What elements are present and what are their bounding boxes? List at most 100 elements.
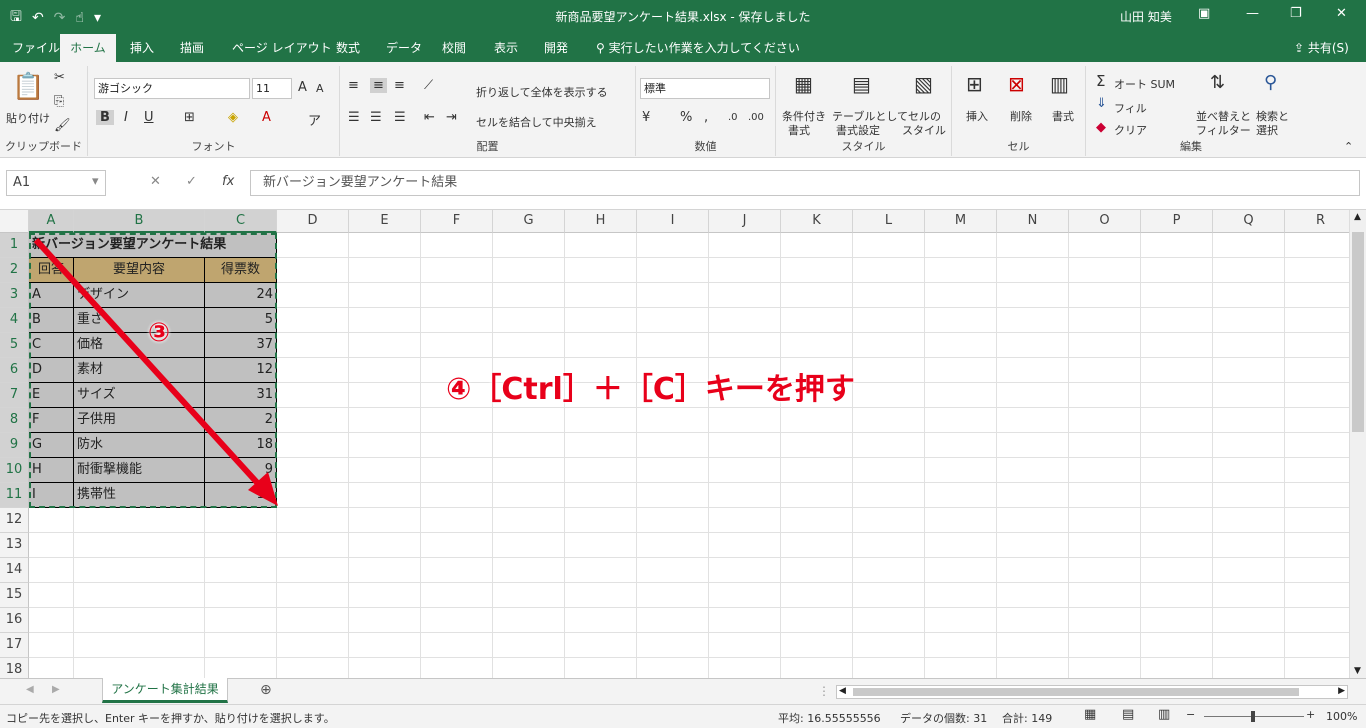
paste-button[interactable]: 貼り付け: [6, 110, 50, 126]
enter-icon[interactable]: ✓: [186, 174, 197, 189]
cut-icon[interactable]: ✂: [54, 70, 65, 85]
normal-view-icon[interactable]: ▦: [1084, 707, 1096, 722]
tell-me-box[interactable]: ⚲ 実行したい作業を入力してください: [596, 34, 800, 62]
tab-review[interactable]: 校閲: [438, 34, 470, 62]
worksheet-grid[interactable]: ABCDEFGHIJKLMNOPQR 1 2 3 4 5 6 7 8 9 10 11 12 13 14 15…: [0, 210, 1349, 678]
copy-icon[interactable]: ⎘: [54, 94, 64, 109]
decrease-font-icon[interactable]: A: [316, 82, 324, 95]
format-as-table-icon[interactable]: ▤: [852, 72, 871, 96]
number-format-select[interactable]: 標準: [640, 78, 770, 99]
prev-sheet-icon[interactable]: ◀: [26, 684, 34, 695]
zoom-in-icon[interactable]: +: [1306, 708, 1315, 721]
align-bottom-icon[interactable]: ≡: [394, 78, 405, 93]
new-sheet-icon[interactable]: ⊕: [260, 682, 272, 698]
decrease-decimal-icon[interactable]: .00: [748, 112, 764, 123]
underline-icon[interactable]: U: [144, 110, 154, 125]
format-as-table-line2[interactable]: 書式設定: [836, 122, 880, 138]
close-icon[interactable]: ✕: [1336, 6, 1347, 21]
vertical-scrollbar[interactable]: ▲ ▼: [1349, 210, 1366, 678]
name-box[interactable]: A1: [6, 170, 106, 196]
font-size-select[interactable]: 11: [252, 78, 292, 99]
tab-home[interactable]: ホーム: [60, 34, 116, 62]
insert-cells-icon[interactable]: ⊞: [966, 72, 983, 96]
increase-decimal-icon[interactable]: .0: [728, 112, 738, 123]
clear-icon[interactable]: ◆: [1096, 120, 1106, 135]
conditional-format-icon[interactable]: ▦: [794, 72, 813, 96]
maximize-icon[interactable]: ❐: [1290, 6, 1302, 21]
font-color-icon[interactable]: A: [262, 110, 271, 125]
fill-icon[interactable]: ⇓: [1096, 96, 1107, 111]
tab-file[interactable]: ファイル: [8, 34, 64, 62]
tab-developer[interactable]: 開発: [540, 34, 572, 62]
zoom-slider-handle[interactable]: [1251, 711, 1255, 722]
sort-filter-icon[interactable]: ⇅: [1210, 72, 1225, 93]
sheet-tab-survey[interactable]: アンケート集計結果: [102, 678, 228, 703]
align-middle-icon[interactable]: ≡: [370, 78, 387, 93]
wrap-text-button[interactable]: 折り返して全体を表示する: [476, 84, 608, 100]
align-left-icon[interactable]: ☰: [348, 110, 360, 125]
status-count[interactable]: データの個数: 31: [900, 710, 987, 726]
ribbon-display-icon[interactable]: ▣: [1198, 6, 1210, 21]
insert-function-icon[interactable]: fx: [222, 174, 234, 189]
status-average[interactable]: 平均: 16.55555556: [778, 710, 881, 726]
comma-icon[interactable]: ,: [704, 110, 708, 125]
italic-icon[interactable]: I: [124, 110, 128, 125]
status-sum[interactable]: 合計: 149: [1002, 710, 1052, 726]
tab-view[interactable]: 表示: [490, 34, 522, 62]
cell-styles-icon[interactable]: ▧: [914, 72, 933, 96]
decrease-indent-icon[interactable]: ⇤: [424, 110, 435, 125]
cell-styles-line2[interactable]: スタイル: [902, 122, 946, 138]
conditional-format-line2[interactable]: 書式: [788, 122, 810, 138]
scroll-down-icon[interactable]: ▼: [1354, 666, 1361, 676]
tab-insert[interactable]: 挿入: [126, 34, 158, 62]
increase-indent-icon[interactable]: ⇥: [446, 110, 457, 125]
align-right-icon[interactable]: ☰: [394, 110, 406, 125]
insert-cells-button[interactable]: 挿入: [966, 108, 988, 124]
scroll-right-icon[interactable]: ▶: [1338, 686, 1345, 696]
fill-button[interactable]: フィル: [1114, 100, 1147, 116]
currency-icon[interactable]: ¥: [642, 110, 650, 125]
find-select-icon[interactable]: ⚲: [1264, 72, 1277, 93]
vertical-scroll-thumb[interactable]: [1352, 232, 1364, 432]
increase-font-icon[interactable]: A: [298, 80, 307, 95]
font-name-select[interactable]: 游ゴシック: [94, 78, 250, 99]
zoom-level[interactable]: 100%: [1326, 710, 1357, 723]
phonetic-icon[interactable]: ア: [308, 110, 321, 129]
next-sheet-icon[interactable]: ▶: [52, 684, 60, 695]
page-layout-view-icon[interactable]: ▤: [1122, 707, 1134, 722]
page-break-view-icon[interactable]: ▥: [1158, 707, 1170, 722]
tab-page-layout[interactable]: ページ レイアウト: [228, 34, 336, 62]
horizontal-scrollbar[interactable]: ◀ ▶: [836, 685, 1348, 699]
name-box-dropdown-icon[interactable]: ▾: [92, 174, 99, 189]
format-cells-button[interactable]: 書式: [1052, 108, 1074, 124]
scroll-left-icon[interactable]: ◀: [839, 686, 846, 696]
align-top-icon[interactable]: ≡: [348, 78, 359, 93]
autosum-button[interactable]: オート SUM: [1114, 76, 1175, 92]
share-button[interactable]: ⇪ 共有(S): [1294, 34, 1349, 62]
clear-button[interactable]: クリア: [1114, 122, 1147, 138]
user-name[interactable]: 山田 知美: [1120, 8, 1172, 25]
format-cells-icon[interactable]: ▥: [1050, 72, 1069, 96]
bold-icon[interactable]: B: [96, 110, 114, 125]
delete-cells-button[interactable]: 削除: [1010, 108, 1032, 124]
tab-draw[interactable]: 描画: [176, 34, 208, 62]
horizontal-scroll-thumb[interactable]: [853, 688, 1299, 696]
merge-center-button[interactable]: セルを結合して中央揃え: [476, 114, 597, 130]
zoom-out-icon[interactable]: −: [1186, 708, 1195, 721]
find-select-line2[interactable]: 選択: [1256, 122, 1278, 138]
sort-filter-line2[interactable]: フィルター: [1196, 122, 1251, 138]
align-center-icon[interactable]: ☰: [370, 110, 382, 125]
tab-data[interactable]: データ: [382, 34, 426, 62]
border-icon[interactable]: ⊞: [184, 110, 195, 125]
format-painter-icon[interactable]: 🖌: [54, 118, 71, 133]
percent-icon[interactable]: %: [680, 110, 692, 125]
collapse-ribbon-icon[interactable]: ⌃: [1344, 140, 1353, 153]
formula-input[interactable]: 新バージョン要望アンケート結果: [250, 170, 1360, 196]
scroll-up-icon[interactable]: ▲: [1354, 212, 1361, 222]
paste-icon[interactable]: 📋: [12, 72, 44, 102]
delete-cells-icon[interactable]: ⊠: [1008, 72, 1025, 96]
tab-formulas[interactable]: 数式: [332, 34, 364, 62]
orientation-icon[interactable]: ⟋: [424, 78, 433, 93]
minimize-icon[interactable]: —: [1246, 6, 1259, 21]
fill-color-icon[interactable]: ◈: [228, 110, 238, 125]
